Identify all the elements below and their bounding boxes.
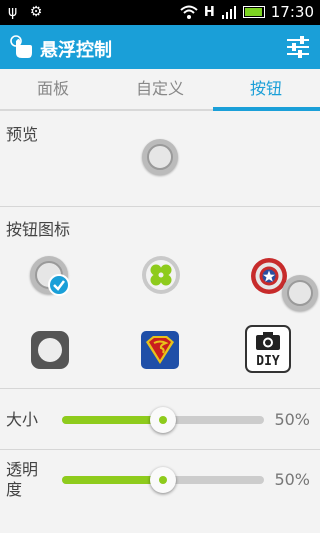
wifi-icon <box>180 5 198 19</box>
opacity-label-line2: 度 <box>6 480 23 499</box>
size-label: 大小 <box>6 410 39 429</box>
diy-label: DIY <box>256 354 280 369</box>
usb-icon: ψ <box>8 4 18 20</box>
opacity-label: 透明 度 <box>6 460 38 500</box>
status-right-icons: H 17:30 <box>180 3 314 21</box>
app-title: 悬浮控制 <box>40 40 112 61</box>
network-type: H <box>203 4 215 20</box>
android-debug-icon: ⚙ <box>29 4 43 20</box>
status-left-icons: ψ ⚙ <box>8 4 42 20</box>
size-value: 50% <box>274 410 310 429</box>
camera-diy-icon[interactable]: DIY <box>245 325 291 373</box>
status-bar: ψ ⚙ H 17:30 <box>0 0 320 25</box>
clover-icon[interactable] <box>141 255 181 299</box>
preview-button <box>142 139 178 175</box>
signal-icon <box>221 6 236 19</box>
touch-hand-icon[interactable] <box>8 33 36 61</box>
opacity-label-line1: 透明 <box>6 460 39 479</box>
floating-button-overlay[interactable] <box>282 275 318 311</box>
rounded-square-icon[interactable] <box>31 331 69 369</box>
opacity-value: 50% <box>274 470 310 489</box>
divider <box>0 388 320 389</box>
superman-icon[interactable] <box>141 331 179 373</box>
tab-button[interactable]: 按钮 <box>213 69 319 109</box>
active-tab-indicator <box>213 107 320 111</box>
divider <box>0 449 320 450</box>
button-icons-label: 按钮图标 <box>6 220 71 239</box>
tab-bar: 面板 自定义 按钮 <box>0 69 320 111</box>
check-badge-icon <box>48 274 70 296</box>
battery-icon <box>242 6 265 18</box>
status-time: 17:30 <box>270 3 314 21</box>
divider <box>0 206 320 207</box>
size-slider-thumb[interactable] <box>150 407 176 433</box>
tab-custom[interactable]: 自定义 <box>107 69 213 109</box>
tab-panel[interactable]: 面板 <box>0 69 106 109</box>
default-round-icon[interactable] <box>30 256 70 296</box>
preview-label: 预览 <box>6 125 39 144</box>
opacity-slider-thumb[interactable] <box>150 467 176 493</box>
action-bar: 悬浮控制 <box>0 25 320 69</box>
equalizer-icon[interactable] <box>284 33 312 61</box>
